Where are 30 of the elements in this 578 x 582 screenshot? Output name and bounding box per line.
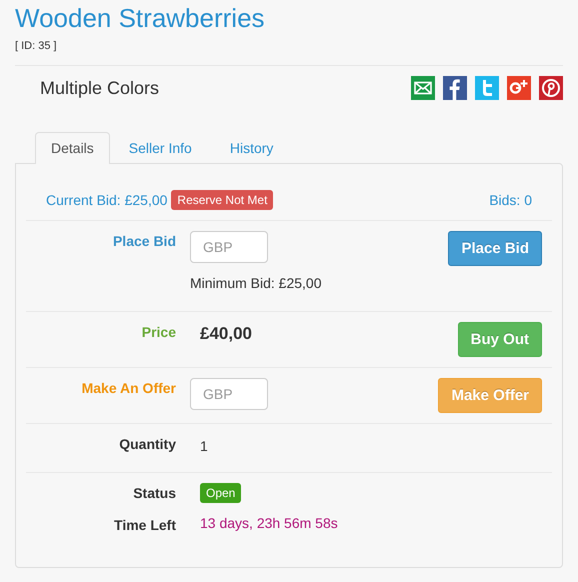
row-label: Time Left — [114, 517, 176, 533]
row-label: Quantity — [119, 436, 176, 452]
row-label: Status — [133, 485, 176, 501]
email-icon[interactable] — [411, 76, 435, 100]
product-subtitle: Multiple Colors — [40, 78, 160, 98]
current-bid: Current Bid: £25,00 — [46, 192, 168, 208]
amount-field[interactable]: GBP — [190, 231, 268, 263]
facebook-icon[interactable] — [443, 76, 467, 100]
action-button[interactable]: Place Bid — [448, 231, 542, 266]
bid-count: Bids: 0 — [489, 192, 532, 208]
minimum-bid: Minimum Bid: £25,00 — [190, 275, 322, 291]
row-label: Make An Offer — [82, 380, 176, 396]
pinterest-icon[interactable] — [539, 76, 563, 100]
google-plus-icon[interactable] — [507, 76, 531, 100]
status-badge: Open — [200, 483, 242, 503]
tab[interactable]: Seller Info — [110, 132, 211, 163]
row-value: 13 days, 23h 56m 58s — [200, 515, 338, 531]
row-value: 1 — [200, 438, 208, 454]
tab[interactable]: History — [210, 132, 292, 163]
action-button[interactable]: Buy Out — [458, 322, 542, 357]
product-title: Wooden Strawberries — [15, 2, 266, 32]
amount-field[interactable]: GBP — [190, 378, 268, 410]
row-label: Price — [142, 324, 176, 340]
row-value: £40,00 — [200, 324, 252, 344]
action-button[interactable]: Make Offer — [438, 378, 542, 413]
product-id: [ ID: 35 ] — [15, 40, 58, 53]
tab[interactable]: Details — [35, 132, 110, 164]
twitter-icon[interactable] — [475, 76, 499, 100]
row-label: Place Bid — [112, 233, 176, 249]
reserve-badge: Reserve Not Met — [171, 190, 274, 210]
